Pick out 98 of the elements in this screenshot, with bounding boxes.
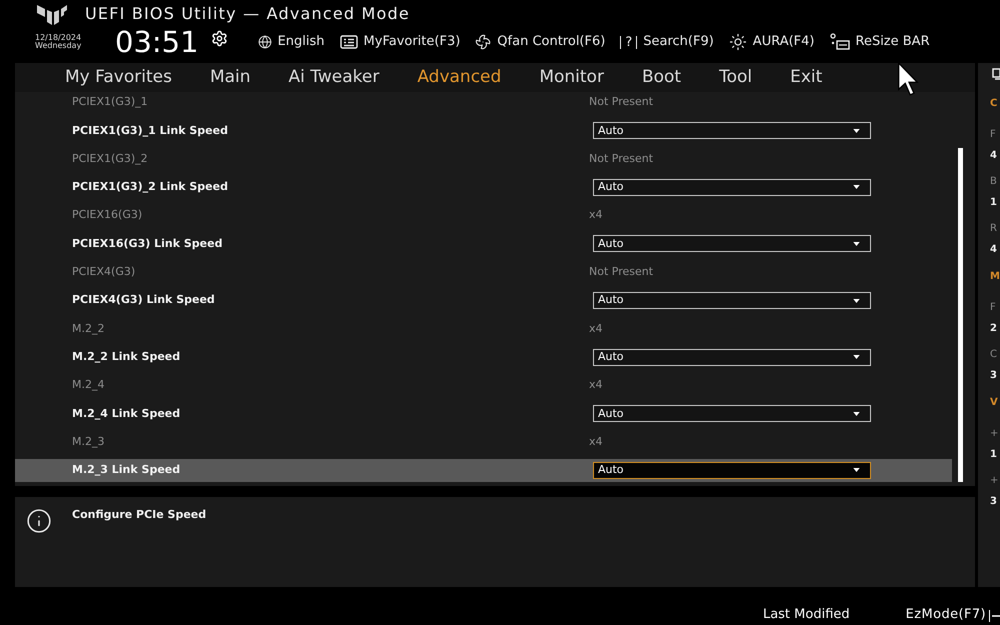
clock-time: 03:51: [115, 28, 199, 56]
monitor-label: B: [990, 174, 998, 188]
caret-icon: [853, 128, 860, 133]
toolbar-button[interactable]: ? Search(F9): [620, 32, 714, 52]
resize-bar-icon: [830, 33, 850, 51]
setting-row[interactable]: M.2_2 Link Speed Auto: [15, 346, 952, 369]
setting-label: PCIEX1(G3)_1 Link Speed: [71, 122, 229, 139]
setting-row[interactable]: M.2_2 x4: [15, 317, 952, 340]
setting-value: x4: [589, 320, 603, 337]
globe-icon: [258, 35, 272, 49]
menu-tab[interactable]: My Favorites: [65, 64, 172, 90]
setting-row[interactable]: M.2_4 x4: [15, 374, 952, 397]
setting-label: PCIEX1(G3)_2: [71, 150, 149, 167]
setting-label: M.2_4 Link Speed: [71, 406, 182, 422]
caret-icon: [853, 412, 860, 416]
menu-tab[interactable]: Tool: [719, 64, 752, 90]
setting-value: Not Present: [589, 264, 654, 280]
menu-tab[interactable]: Main: [210, 64, 251, 90]
setting-row[interactable]: PCIEX4(G3) Link Speed Auto: [15, 289, 952, 312]
monitor-heading: C: [990, 97, 998, 111]
caret-icon: [853, 242, 860, 246]
setting-label: M.2_2 Link Speed: [71, 348, 182, 365]
monitor-label: +: [990, 474, 1000, 488]
menu-tab[interactable]: Exit: [790, 64, 822, 90]
monitor-value: 3: [990, 368, 998, 382]
setting-label: M.2_3 Link Speed: [71, 462, 182, 478]
setting-row[interactable]: PCIEX4(G3) Not Present: [15, 260, 952, 284]
sun-icon: [728, 33, 747, 51]
monitor-value: 2: [990, 322, 998, 336]
weekday-text: Wednesday: [35, 42, 82, 50]
menu-tab[interactable]: Monitor: [539, 64, 604, 90]
select-dropdown[interactable]: Auto: [593, 462, 871, 479]
monitor-label: C: [990, 348, 998, 362]
select-dropdown[interactable]: Auto: [593, 178, 871, 196]
menu-tab[interactable]: Ai Tweaker: [288, 64, 380, 90]
setting-label: PCIEX16(G3): [71, 207, 144, 224]
setting-label: PCIEX4(G3): [71, 264, 136, 280]
caret-icon: [853, 468, 860, 472]
setting-row[interactable]: PCIEX1(G3)_1 Not Present: [15, 92, 952, 114]
monitor-label: F: [990, 128, 997, 142]
setting-row[interactable]: M.2_4 Link Speed Auto: [15, 402, 952, 426]
window-title: UEFI BIOS Utility — Advanced Mode: [85, 3, 410, 25]
setting-value: Not Present: [589, 150, 654, 167]
monitor-label: F: [990, 300, 997, 314]
setting-row[interactable]: PCIEX16(G3) x4: [15, 204, 952, 228]
select-dropdown[interactable]: Auto: [593, 235, 871, 252]
setting-value: Not Present: [589, 94, 654, 110]
settings-icon[interactable]: [210, 30, 228, 46]
select-dropdown[interactable]: Auto: [593, 405, 871, 422]
menu-tab[interactable]: Boot: [642, 64, 682, 90]
toolbar-button[interactable]: AURA(F4): [728, 32, 814, 52]
setting-row[interactable]: M.2_3 x4: [15, 430, 952, 454]
caret-icon: [853, 355, 860, 360]
monitor-heading: V: [990, 396, 999, 410]
caret-icon: [853, 298, 860, 303]
setting-value: x4: [589, 377, 603, 394]
setting-row[interactable]: PCIEX1(G3)_1 Link Speed Auto: [15, 119, 952, 142]
list-card-icon: [340, 35, 358, 49]
scrollbar-thumb[interactable]: [958, 148, 963, 482]
toolbar-button[interactable]: ReSize BAR: [830, 32, 930, 52]
setting-row[interactable]: PCIEX1(G3)_2 Not Present: [15, 148, 952, 171]
ez-mode-button[interactable]: EzMode(F7): [906, 604, 986, 624]
monitor-label: R: [990, 222, 998, 236]
fan-icon: [475, 34, 492, 50]
date-text: 12/18/2024: [35, 34, 82, 42]
monitor-value: 4: [990, 242, 998, 256]
setting-label: PCIEX4(G3) Link Speed: [71, 292, 216, 308]
setting-row[interactable]: M.2_3 Link Speed Auto: [15, 458, 952, 482]
monitor-value: 1: [990, 448, 998, 462]
setting-value: x4: [589, 207, 603, 224]
monitor-heading: M: [990, 270, 1000, 284]
help-text: Configure PCIe Speed: [72, 507, 206, 523]
setting-value: x4: [589, 434, 603, 450]
setting-row[interactable]: PCIEX1(G3)_2 Link Speed Auto: [15, 176, 952, 199]
setting-label: PCIEX16(G3) Link Speed: [71, 236, 224, 252]
question-mark: ?: [620, 36, 638, 48]
setting-label: M.2_2: [71, 320, 106, 337]
select-dropdown[interactable]: Auto: [593, 292, 871, 310]
monitor-value: 4: [990, 148, 998, 162]
logo-icon: [37, 3, 67, 25]
toolbar-button[interactable]: MyFavorite(F3): [340, 32, 460, 52]
setting-label: PCIEX1(G3)_2 Link Speed: [71, 179, 229, 196]
info-icon: [26, 508, 52, 534]
monitor-icon: [992, 68, 1000, 80]
toolbar-button[interactable]: Qfan Control(F6): [475, 32, 606, 52]
select-dropdown[interactable]: Auto: [593, 122, 871, 140]
setting-label: M.2_4: [71, 377, 106, 394]
toolbar-button[interactable]: English: [258, 32, 325, 52]
setting-label: PCIEX1(G3)_1: [71, 94, 149, 110]
caret-icon: [853, 185, 860, 190]
select-dropdown[interactable]: Auto: [593, 348, 871, 366]
setting-row[interactable]: PCIEX16(G3) Link Speed Auto: [15, 232, 952, 256]
monitor-label: +: [990, 426, 1000, 440]
monitor-value: 3: [990, 494, 998, 508]
setting-label: M.2_3: [71, 434, 106, 450]
menu-tab[interactable]: Advanced: [417, 64, 502, 90]
monitor-value: 1: [990, 196, 998, 210]
last-modified-button[interactable]: Last Modified: [762, 604, 850, 624]
